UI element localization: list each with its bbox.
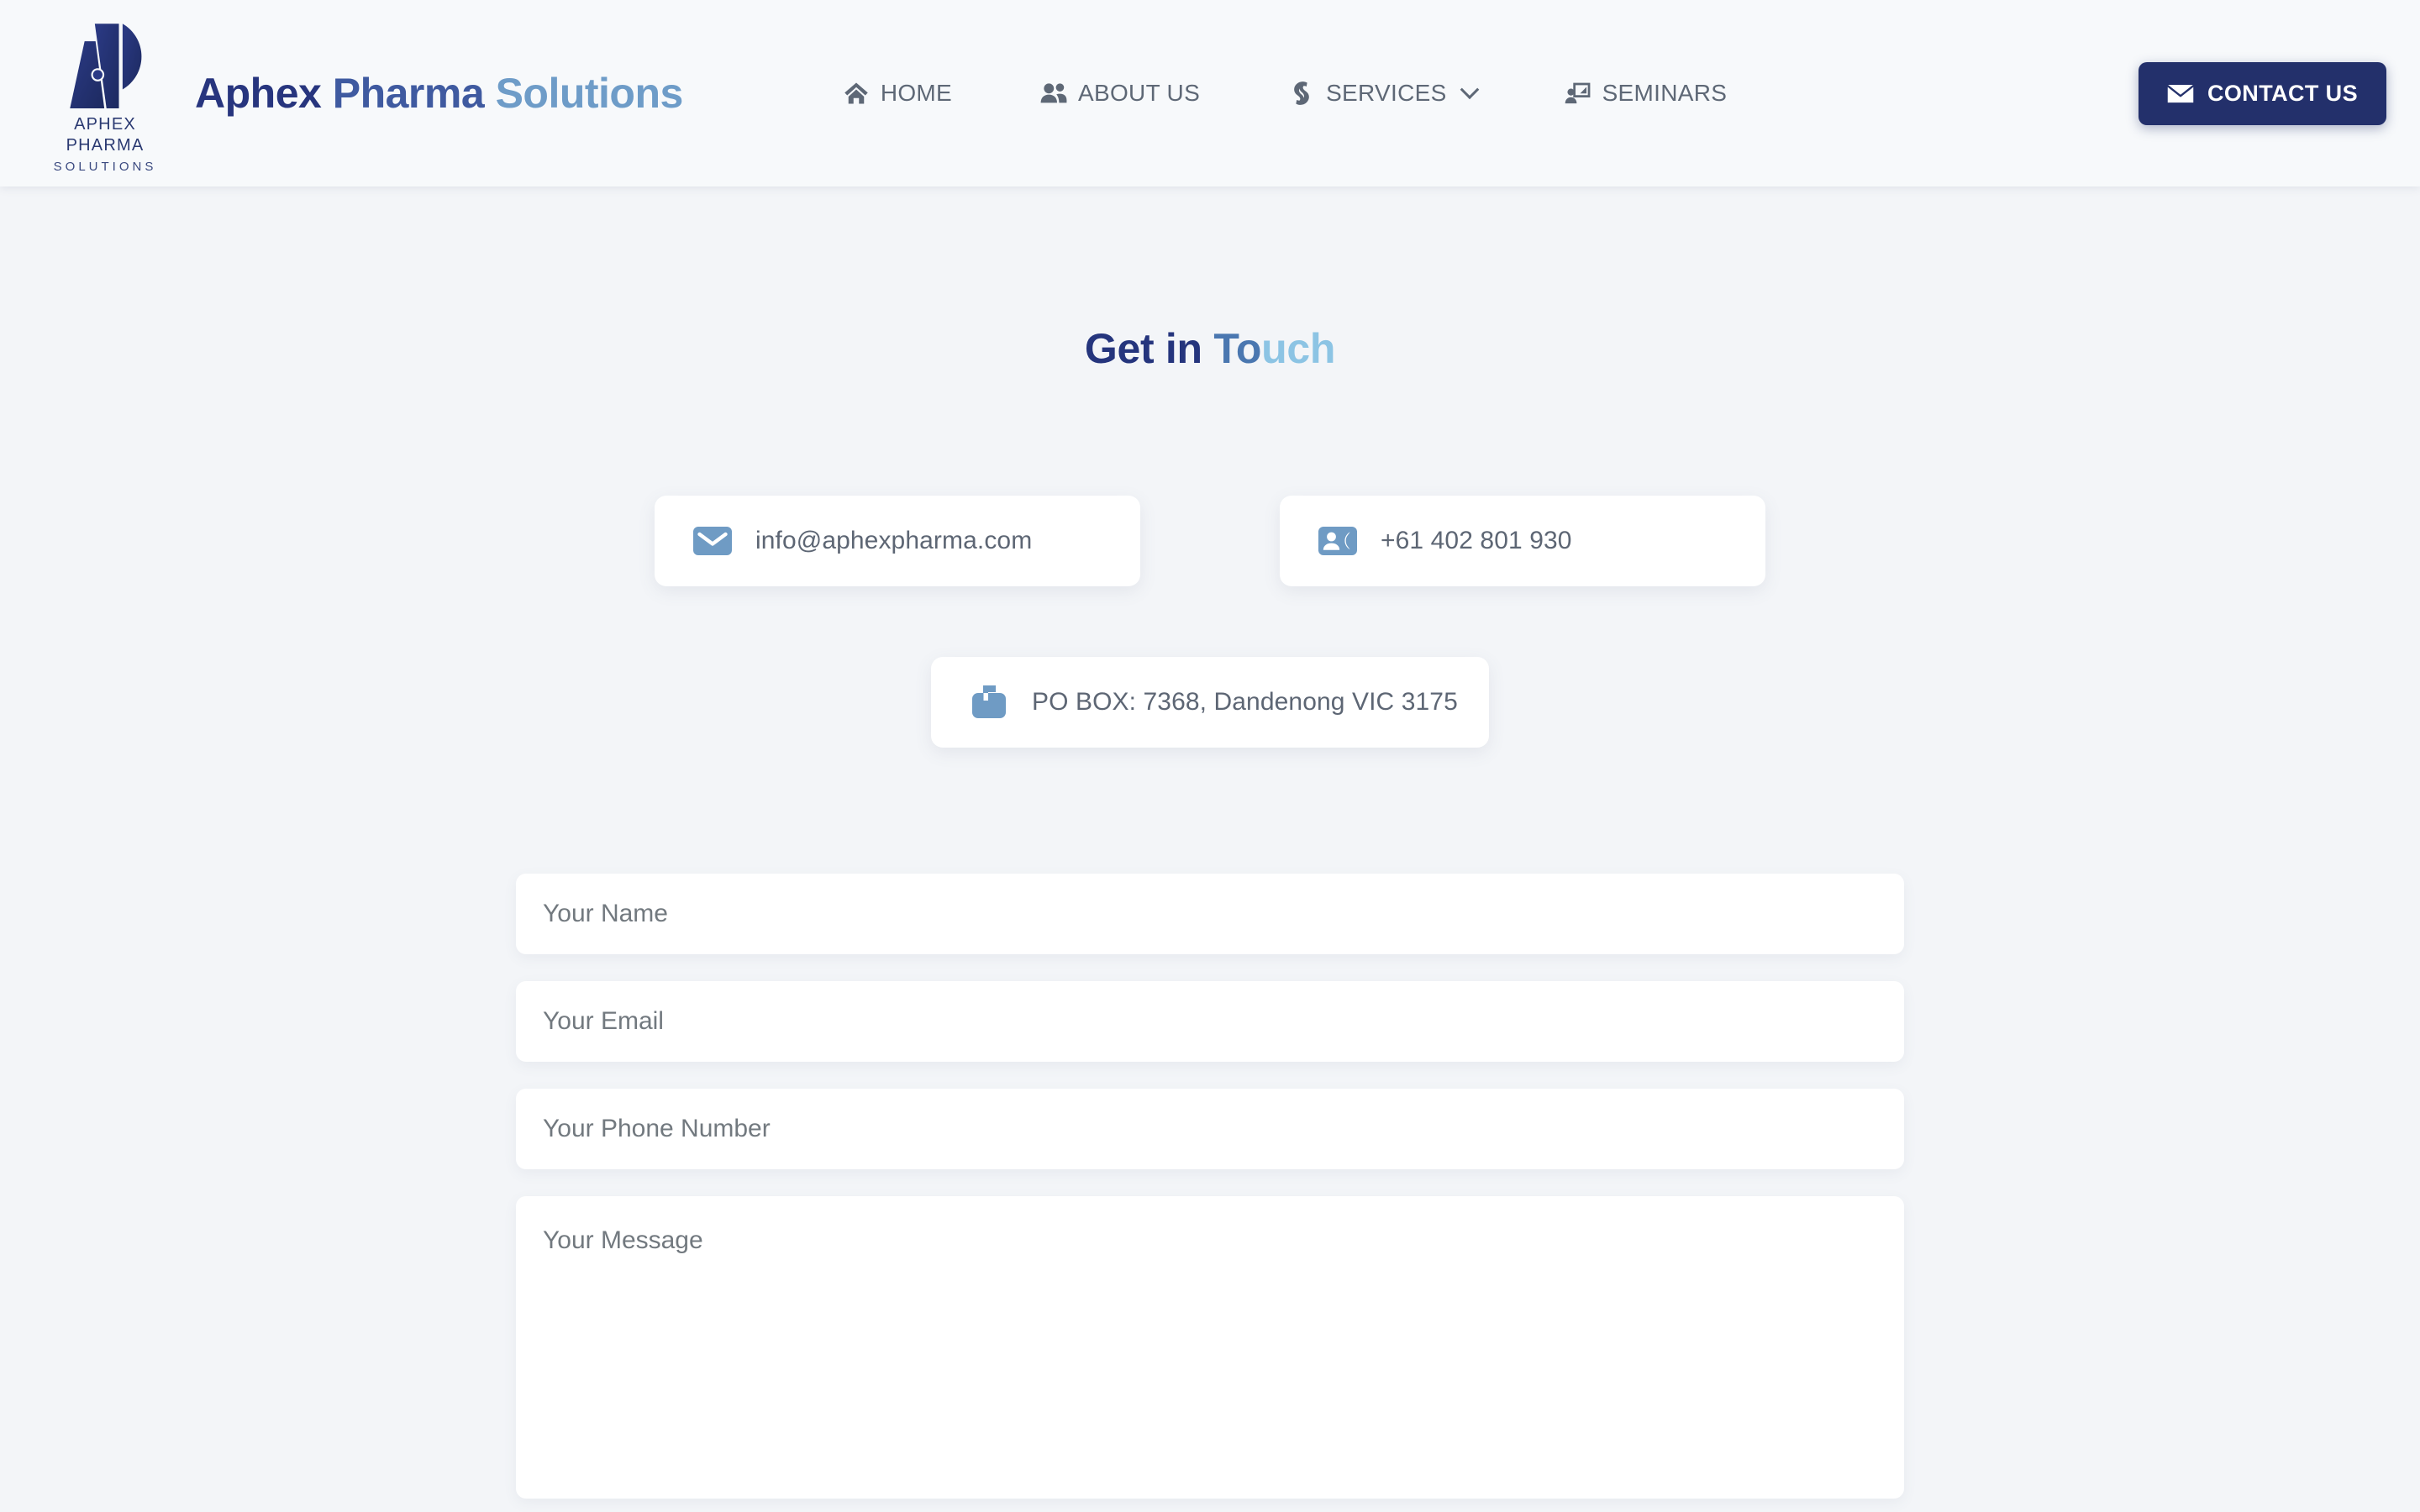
contact-card-email-text: info@aphexpharma.com bbox=[755, 527, 1033, 554]
aphex-monogram-icon: APHEX PHARMA SOLUTIONS bbox=[34, 11, 176, 176]
contact-card-email[interactable]: info@aphexpharma.com bbox=[655, 496, 1140, 586]
contact-card-phone[interactable]: +61 402 801 930 bbox=[1280, 496, 1765, 586]
contact-form bbox=[516, 874, 1904, 1512]
page-title: Get in Touch bbox=[0, 328, 2420, 370]
wordmark-part3: Solutions bbox=[495, 70, 684, 117]
nav-label-seminars: SEMINARS bbox=[1602, 80, 1728, 106]
nav-label-services: SERVICES bbox=[1326, 80, 1447, 106]
contact-card-phone-text: +61 402 801 930 bbox=[1381, 527, 1572, 554]
nav-item-services[interactable]: SERVICES bbox=[1288, 71, 1479, 115]
page-main: Get in Touch info@aphexpharma.com +61 40… bbox=[0, 186, 2420, 1512]
nav-label-about-us: ABOUT US bbox=[1078, 80, 1201, 106]
contact-us-label: CONTACT US bbox=[2207, 80, 2358, 106]
wordmark-part2: Pharma bbox=[332, 70, 485, 117]
name-input[interactable] bbox=[516, 874, 1904, 954]
logo-caption-line1: APHEX PHARMA bbox=[66, 115, 145, 155]
home-icon bbox=[843, 81, 870, 106]
chevron-down-icon bbox=[1460, 80, 1479, 100]
site-header: APHEX PHARMA SOLUTIONS Aphex Pharma Solu… bbox=[0, 0, 2420, 186]
page-title-part3: uch bbox=[1261, 325, 1336, 372]
email-input[interactable] bbox=[516, 981, 1904, 1062]
nav-label-home: HOME bbox=[880, 80, 953, 106]
nav-item-home[interactable]: HOME bbox=[843, 71, 952, 115]
envelope-icon bbox=[692, 522, 734, 559]
presentation-icon bbox=[1565, 81, 1591, 106]
services-swirl-icon bbox=[1288, 81, 1315, 106]
wordmark-part1: Aphex bbox=[195, 70, 322, 117]
contact-us-button[interactable]: CONTACT US bbox=[2139, 61, 2386, 125]
main-navigation: HOME ABOUT US SERVICES SEMINARS bbox=[843, 71, 2139, 115]
contact-info-cards: info@aphexpharma.com +61 402 801 930 PO … bbox=[0, 496, 2420, 748]
envelope-icon bbox=[2167, 83, 2194, 104]
phone-input[interactable] bbox=[516, 1089, 1904, 1169]
brand-wordmark: Aphex Pharma Solutions bbox=[195, 69, 683, 118]
contact-card-address[interactable]: PO BOX: 7368, Dandenong VIC 3175 bbox=[931, 657, 1489, 748]
nav-item-about-us[interactable]: ABOUT US bbox=[1040, 71, 1200, 115]
contact-cards-row: info@aphexpharma.com +61 402 801 930 bbox=[655, 496, 1765, 586]
mailbox-icon bbox=[968, 684, 1010, 721]
brand-logo[interactable]: APHEX PHARMA SOLUTIONS Aphex Pharma Solu… bbox=[34, 11, 683, 176]
contact-card-address-text: PO BOX: 7368, Dandenong VIC 3175 bbox=[1032, 688, 1458, 716]
nav-item-seminars[interactable]: SEMINARS bbox=[1565, 71, 1728, 115]
page-title-part2: To bbox=[1213, 325, 1262, 372]
contact-phone-icon bbox=[1317, 522, 1359, 559]
page-title-part1: Get in bbox=[1084, 325, 1214, 372]
users-icon bbox=[1040, 81, 1067, 106]
message-textarea[interactable] bbox=[516, 1196, 1904, 1499]
logo-caption-line2: SOLUTIONS bbox=[53, 160, 157, 175]
